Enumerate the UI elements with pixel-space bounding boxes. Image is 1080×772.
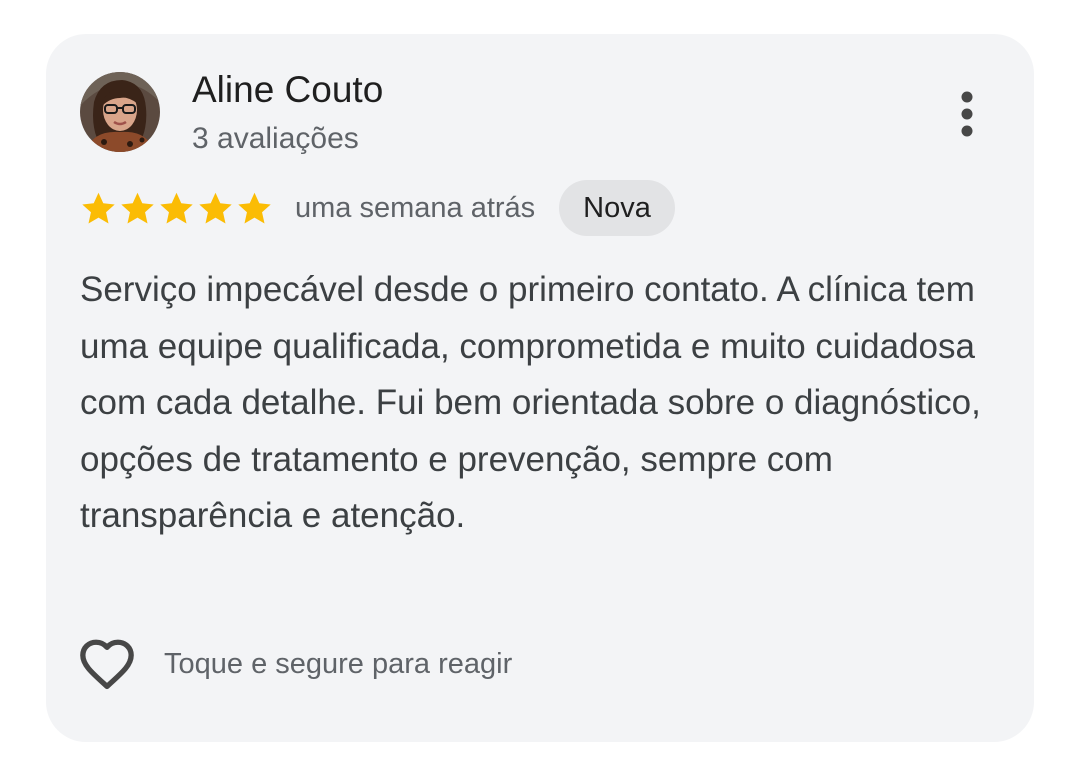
more-vert-icon (961, 91, 973, 137)
avatar-image (80, 72, 160, 152)
more-options-button[interactable] (942, 84, 992, 144)
author-name[interactable]: Aline Couto (192, 68, 383, 112)
react-button[interactable]: Toque e segure para reagir (78, 634, 512, 694)
rating-row: uma semana atrás Nova (80, 180, 675, 236)
star-icon (238, 192, 271, 223)
avatar[interactable] (80, 72, 160, 152)
star-icon (121, 192, 154, 223)
new-badge: Nova (559, 180, 675, 236)
heart-outline-icon (80, 639, 134, 690)
review-text: Serviço impecável desde o primeiro conta… (80, 270, 981, 535)
author-review-count: 3 avaliações (192, 122, 359, 155)
review-card: Aline Couto 3 avaliações uma semana atrá… (46, 34, 1034, 742)
star-icon (82, 192, 115, 223)
star-rating (80, 190, 273, 227)
react-hint-label: Toque e segure para reagir (164, 647, 513, 680)
review-date: uma semana atrás (295, 191, 536, 224)
star-icon (160, 192, 193, 223)
star-icon (199, 192, 232, 223)
